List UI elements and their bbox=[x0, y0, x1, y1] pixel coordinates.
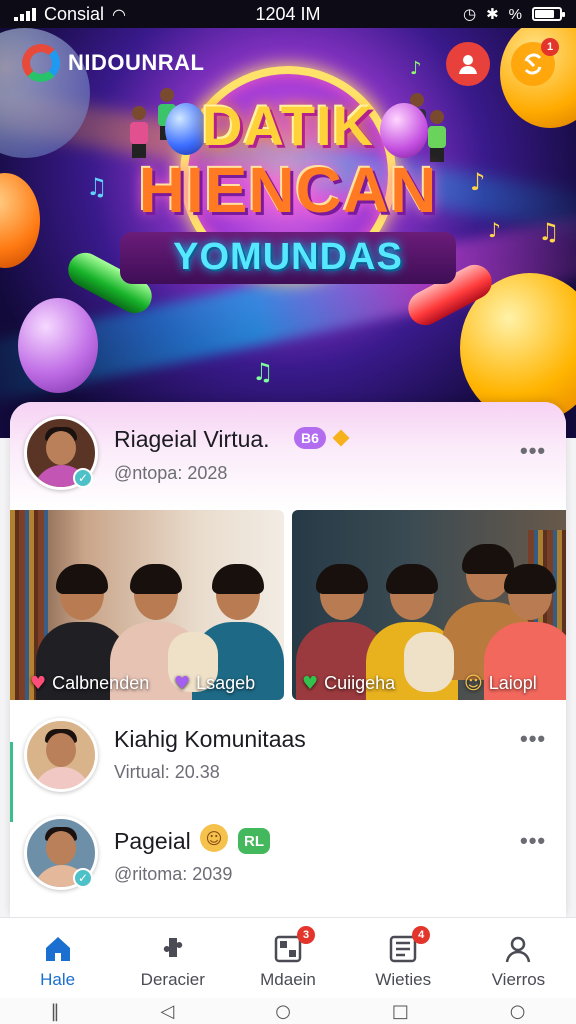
nav-item-home[interactable]: Hale bbox=[0, 918, 115, 998]
heart-icon: ♥ bbox=[174, 673, 191, 694]
photo-tag[interactable]: ☺ Laiopl bbox=[464, 673, 537, 694]
list-item-title: Kiahig Komunitaas bbox=[114, 726, 306, 752]
back-icon[interactable]: ◁ bbox=[160, 1001, 174, 1022]
heart-icon: ♥ bbox=[302, 673, 319, 694]
app-name: NIDOUNRAL bbox=[68, 50, 205, 75]
alarm-icon: ◷ bbox=[462, 5, 477, 23]
photo-tag-label: Lsageb bbox=[196, 673, 256, 693]
verified-icon: ✓ bbox=[73, 468, 93, 488]
photo-tag-label: Calbnenden bbox=[52, 673, 150, 693]
list-item-title: Pageial bbox=[114, 828, 191, 854]
signal-icon bbox=[14, 7, 36, 21]
more-options-button[interactable]: ••• bbox=[520, 828, 546, 854]
chat-chip: RL bbox=[238, 828, 270, 854]
bottom-nav: Hale Deracier 3 Mdaein 4 Wieties Vierros bbox=[0, 917, 576, 998]
balloon-graphic bbox=[0, 173, 40, 268]
home-circle-icon[interactable]: ○ bbox=[275, 1001, 291, 1022]
photo-tag[interactable]: ♥ Lsageb bbox=[174, 673, 255, 694]
nav-label: Deracier bbox=[140, 970, 205, 989]
smiley-icon: ☺ bbox=[200, 824, 228, 852]
overview-icon[interactable]: □ bbox=[392, 1001, 409, 1022]
nav-item-media[interactable]: 3 Mdaein bbox=[230, 918, 345, 998]
nav-label: Vierros bbox=[491, 970, 546, 989]
status-time: 1204 IM bbox=[255, 3, 321, 24]
nav-item-profile[interactable]: Vierros bbox=[461, 918, 576, 998]
photo-tag-label: Cuiigeha bbox=[324, 673, 396, 693]
wifi-icon: ◠ bbox=[112, 4, 126, 24]
photo-tag[interactable]: ♥ Calbnenden bbox=[30, 673, 149, 694]
person-icon bbox=[501, 932, 535, 966]
banner-subtitle: YOMUNDAS bbox=[120, 232, 456, 284]
profile-button[interactable] bbox=[446, 42, 490, 86]
nav-label: Wieties bbox=[375, 970, 432, 989]
nav-label: Mdaein bbox=[260, 970, 316, 989]
banner-title: DATIK HIENCAN YOMUNDAS bbox=[120, 98, 456, 284]
balloon-graphic bbox=[18, 298, 98, 393]
puzzle-icon bbox=[156, 932, 190, 966]
logo-icon bbox=[22, 44, 60, 82]
notification-badge: 1 bbox=[541, 38, 559, 56]
accent-bar bbox=[10, 802, 13, 822]
post-photo[interactable]: ♥ Cuiigeha ☺ Laiopl bbox=[292, 510, 566, 700]
nav-badge: 4 bbox=[412, 926, 431, 944]
post-title: Riageial Virtua. bbox=[114, 426, 270, 452]
list-item-subtitle: Virtual: 20.38 bbox=[114, 762, 220, 782]
grid-icon: 3 bbox=[271, 926, 315, 966]
nav-label: Hale bbox=[40, 970, 76, 989]
verified-icon: ✓ bbox=[73, 868, 93, 888]
music-note-icon: ♫ bbox=[86, 173, 108, 201]
list-item[interactable]: Kiahig Komunitaas Virtual: 20.38 ••• bbox=[10, 702, 566, 812]
banner-title-line: DATIK bbox=[202, 94, 374, 157]
diamond-icon bbox=[332, 429, 350, 447]
home-icon bbox=[41, 932, 75, 966]
recents-icon[interactable]: ‖ bbox=[50, 1001, 59, 1022]
nav-item-discover[interactable]: Deracier bbox=[115, 918, 230, 998]
teddy-bear bbox=[404, 632, 454, 692]
music-note-icon: ♪ bbox=[410, 58, 422, 79]
assistant-icon[interactable]: ○ bbox=[510, 1001, 526, 1022]
system-nav-bar: ‖ ◁ ○ □ ○ bbox=[0, 998, 576, 1024]
battery-percent: % bbox=[508, 5, 522, 23]
status-bar: Consial ◠ 1204 IM ◷ ✱ % bbox=[0, 0, 576, 28]
level-badge: B6 bbox=[294, 427, 326, 449]
list-item-subtitle: @ritoma: 2039 bbox=[114, 864, 233, 884]
carrier-name: Consial bbox=[44, 3, 105, 24]
banner-title-line: HIENCAN bbox=[138, 154, 438, 226]
music-note-icon: ♫ bbox=[538, 218, 560, 246]
list-item[interactable]: ✓ Pageial ☺ RL @ritoma: 2039 ••• bbox=[10, 802, 566, 912]
feed[interactable]: ✓ Riageial Virtua. B6 @ntopa: 2028 ••• ♥… bbox=[10, 402, 566, 917]
post-photo[interactable]: ♥ Calbnenden ♥ Lsageb bbox=[10, 510, 284, 700]
sync-icon bbox=[524, 53, 542, 75]
post-subtitle: @ntopa: 2028 bbox=[114, 463, 228, 483]
notification-button[interactable]: 1 bbox=[511, 38, 559, 86]
photo-tag[interactable]: ♥ Cuiigeha bbox=[302, 673, 395, 694]
more-options-button[interactable]: ••• bbox=[520, 726, 546, 752]
document-icon: 4 bbox=[386, 926, 431, 966]
featured-post-header[interactable]: ✓ Riageial Virtua. B6 @ntopa: 2028 ••• bbox=[10, 402, 566, 510]
music-note-icon: ♪ bbox=[488, 218, 501, 242]
more-options-button[interactable]: ••• bbox=[520, 438, 546, 464]
app-logo[interactable]: NIDOUNRAL bbox=[22, 44, 205, 82]
music-note-icon: ♫ bbox=[252, 358, 274, 386]
nav-item-stories[interactable]: 4 Wieties bbox=[346, 918, 461, 998]
heart-icon: ♥ bbox=[30, 673, 47, 694]
avatar[interactable] bbox=[24, 718, 98, 792]
music-note-icon: ♪ bbox=[470, 168, 486, 196]
nav-badge: 3 bbox=[297, 926, 315, 944]
battery-icon bbox=[532, 7, 565, 21]
photo-tag-label: Laiopl bbox=[488, 673, 537, 693]
hero-banner[interactable]: ♫ ♪ ♫ ♫ ♪ ♪ DATIK HIENCAN YOMUNDAS bbox=[0, 28, 576, 438]
bluetooth-icon: ✱ bbox=[486, 5, 499, 23]
smiley-icon: ☺ bbox=[464, 673, 483, 694]
person-icon bbox=[459, 55, 477, 74]
